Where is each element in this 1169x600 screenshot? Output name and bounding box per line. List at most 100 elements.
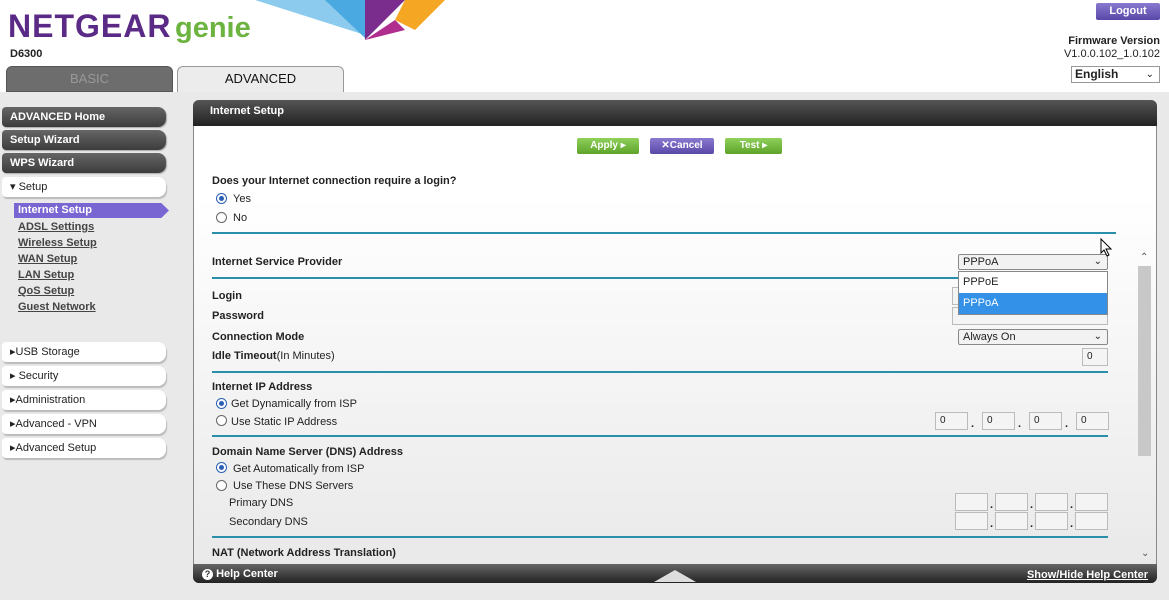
secondary-dns-octet-1[interactable] [955, 512, 988, 530]
radio-dns-auto[interactable] [216, 462, 227, 473]
radio-login-yes[interactable] [216, 193, 227, 204]
dns-manual-label: Use These DNS Servers [233, 480, 354, 492]
secondary-dns-octet-4[interactable] [1075, 512, 1108, 530]
dns-auto-label: Get Automatically from ISP [233, 463, 365, 475]
divider [212, 536, 1108, 538]
radio-dns-manual[interactable] [216, 480, 227, 491]
isp-label: Internet Service Provider [212, 256, 343, 268]
primary-dns-label: Primary DNS [229, 497, 294, 509]
section-label: Setup [18, 181, 48, 193]
dot-separator: . [1065, 418, 1069, 430]
idle-timeout-label: Idle Timeout(In Minutes) [212, 350, 335, 362]
ip-octet-2[interactable]: 0 [982, 412, 1015, 430]
firmware-label: Firmware Version [1068, 35, 1160, 47]
idle-timeout-input[interactable]: 0 [1082, 348, 1108, 366]
primary-dns-octet-3[interactable] [1035, 493, 1068, 511]
cancel-button[interactable]: ✕Cancel [650, 138, 714, 154]
secondary-dns-octet-3[interactable] [1035, 512, 1068, 530]
sidebar-section-advanced-vpn[interactable]: ▸Advanced - VPN [2, 414, 166, 434]
test-button[interactable]: Test ▸ [725, 138, 782, 154]
primary-dns-octet-2[interactable] [995, 493, 1028, 511]
sidebar-item-lan-setup[interactable]: LAN Setup [18, 269, 74, 281]
sidebar-section-administration[interactable]: ▸Administration [2, 390, 166, 410]
help-center-button[interactable]: ? Help Center [202, 568, 278, 580]
connection-mode-label: Connection Mode [212, 331, 305, 343]
scrollbar-thumb[interactable] [1138, 266, 1151, 456]
apply-button[interactable]: Apply ▸ [577, 138, 639, 154]
caret-down-icon: ▾ [10, 181, 16, 193]
isp-value: PPPoA [963, 256, 999, 268]
dot-separator: . [1030, 499, 1034, 511]
scroll-down-icon[interactable]: ⌄ [1141, 548, 1149, 559]
sidebar-item-guest-network[interactable]: Guest Network [18, 301, 96, 313]
divider [212, 371, 1108, 373]
genie-logo: genie [175, 12, 251, 44]
dot-separator: . [990, 499, 994, 511]
nat-title: NAT (Network Address Translation) [212, 547, 396, 559]
sidebar-item-setup-wizard[interactable]: Setup Wizard [2, 130, 166, 150]
section-label: Advanced - VPN [15, 418, 97, 430]
sidebar-item-adsl-settings[interactable]: ADSL Settings [18, 221, 94, 233]
section-label: USB Storage [15, 346, 80, 358]
dot-separator: . [1018, 418, 1022, 430]
sidebar-item-internet-setup[interactable]: Internet Setup [14, 203, 169, 218]
radio-ip-dynamic[interactable] [216, 398, 227, 409]
connection-mode-select[interactable]: Always On ⌄ [958, 329, 1108, 345]
primary-dns-octet-4[interactable] [1075, 493, 1108, 511]
sidebar-item-qos-setup[interactable]: QoS Setup [18, 285, 74, 297]
isp-option-pppoa[interactable]: PPPoA [959, 293, 1107, 314]
language-select[interactable]: English ⌄ [1071, 66, 1160, 83]
section-label: Administration [15, 394, 86, 406]
ip-octet-4[interactable]: 0 [1076, 412, 1109, 430]
dot-separator: . [1030, 518, 1034, 530]
dot-separator: . [971, 418, 975, 430]
cancel-label: Cancel [669, 140, 703, 151]
isp-dropdown-list: PPPoE PPPoA [958, 271, 1108, 315]
sidebar-section-setup[interactable]: ▾ Setup [2, 177, 166, 197]
sidebar-item-wan-setup[interactable]: WAN Setup [18, 253, 77, 265]
dot-separator: . [1070, 499, 1074, 511]
sidebar-item-wireless-setup[interactable]: Wireless Setup [18, 237, 97, 249]
sidebar-item-wps-wizard[interactable]: WPS Wizard [2, 153, 166, 173]
dns-title: Domain Name Server (DNS) Address [212, 446, 403, 458]
sidebar-item-advanced-home[interactable]: ADVANCED Home [2, 107, 166, 127]
divider [212, 232, 1116, 234]
firmware-value: V1.0.0.102_1.0.102 [1063, 48, 1160, 60]
password-label: Password [212, 310, 264, 322]
logout-button[interactable]: Logout [1096, 3, 1160, 20]
sidebar-section-usb-storage[interactable]: ▸USB Storage [2, 342, 166, 362]
section-label: Advanced Setup [15, 442, 97, 454]
model-name: D6300 [10, 48, 43, 60]
login-label: Login [212, 290, 242, 302]
scroll-up-icon[interactable]: ⌃ [1140, 252, 1148, 263]
idle-unit: (In Minutes) [276, 350, 335, 362]
secondary-dns-octet-2[interactable] [995, 512, 1028, 530]
radio-login-no[interactable] [216, 212, 227, 223]
connection-mode-value: Always On [963, 331, 1016, 343]
secondary-dns-label: Secondary DNS [229, 516, 308, 528]
ip-octet-1[interactable]: 0 [935, 412, 968, 430]
radio-ip-static[interactable] [216, 415, 227, 426]
isp-option-pppoe[interactable]: PPPoE [959, 272, 1107, 293]
sidebar-section-advanced-setup[interactable]: ▸Advanced Setup [2, 438, 166, 458]
close-icon: ✕ [661, 140, 670, 151]
sidebar-section-security[interactable]: ▸ Security [2, 366, 166, 386]
show-hide-help-link[interactable]: Show/Hide Help Center [1027, 569, 1148, 581]
login-question: Does your Internet connection require a … [212, 175, 457, 187]
netgear-logo: NETGEAR [8, 8, 172, 44]
primary-dns-octet-1[interactable] [955, 493, 988, 511]
dot-separator: . [1070, 518, 1074, 530]
tab-advanced[interactable]: ADVANCED [177, 66, 344, 92]
tab-basic[interactable]: BASIC [6, 66, 173, 92]
logo-graphic [255, 0, 445, 40]
isp-select[interactable]: PPPoA ⌄ [958, 254, 1108, 270]
idle-label: Idle Timeout [212, 350, 277, 362]
page-title: Internet Setup [193, 100, 1157, 126]
ip-dynamic-label: Get Dynamically from ISP [231, 398, 357, 410]
dot-separator: . [990, 518, 994, 530]
question-icon: ? [202, 569, 213, 580]
firmware-info: Firmware Version V1.0.0.102_1.0.102 [1064, 35, 1160, 61]
expand-arrow-icon[interactable] [654, 569, 696, 582]
ip-octet-3[interactable]: 0 [1029, 412, 1062, 430]
language-value: English [1075, 67, 1119, 81]
